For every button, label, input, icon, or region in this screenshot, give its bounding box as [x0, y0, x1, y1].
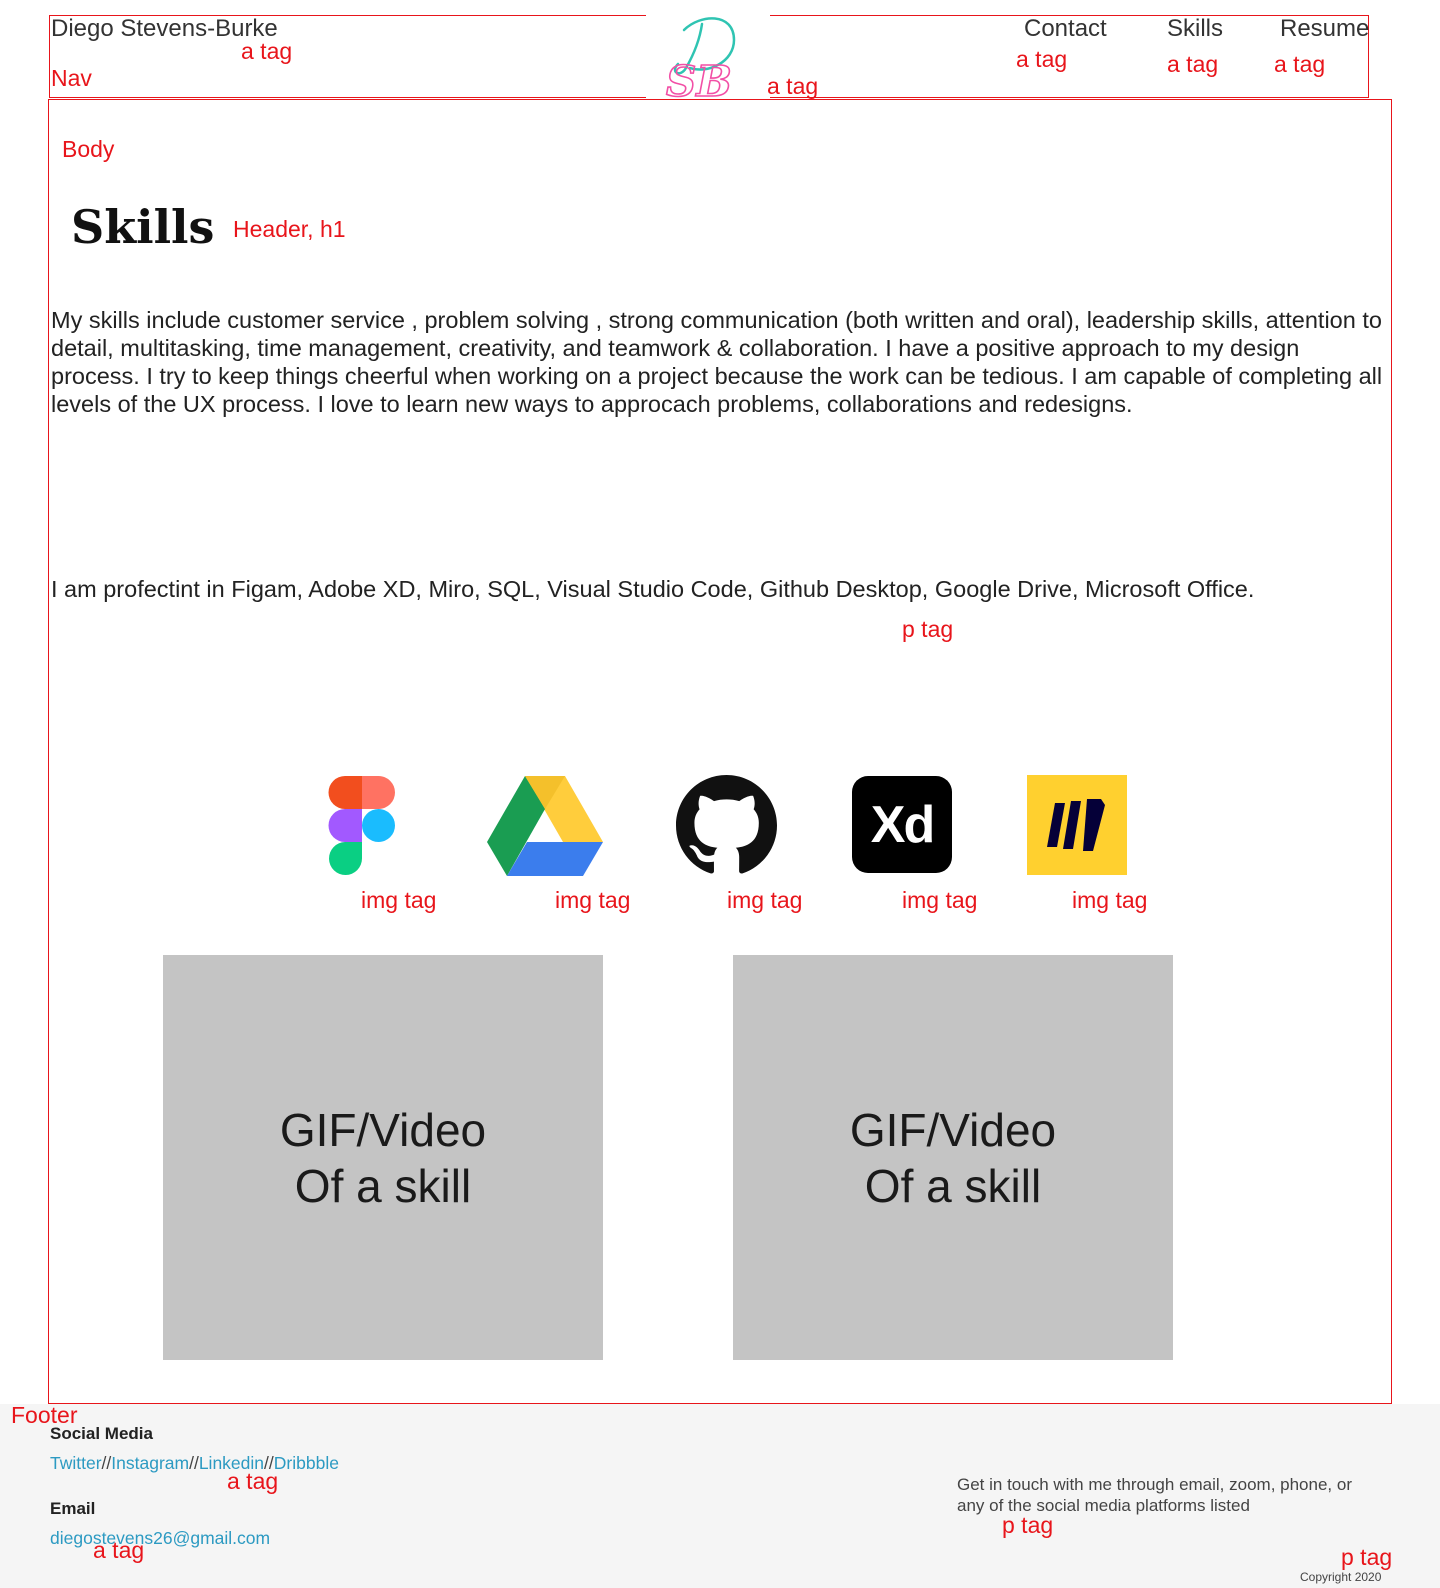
adobe-xd-label: Xd: [870, 795, 935, 854]
tools-paragraph: I am profectint in Figam, Adobe XD, Miro…: [51, 576, 1255, 602]
media-caption: GIF/Video Of a skill: [849, 1103, 1057, 1212]
logo-link[interactable]: SB: [662, 8, 754, 107]
twitter-link[interactable]: Twitter: [50, 1453, 102, 1473]
social-links: Twitter//Instagram//Linkedin//Dribbble: [50, 1453, 339, 1474]
github-icon: [676, 775, 777, 874]
link-separator: //: [101, 1453, 112, 1473]
annotation-p-tag-copyright: p tag: [1341, 1544, 1393, 1570]
adobe-xd-icon: Xd: [852, 776, 952, 873]
link-separator: //: [189, 1453, 199, 1473]
annotation-img-tag-xd: img tag: [902, 887, 978, 913]
nav-link-contact[interactable]: Contact: [1024, 15, 1107, 43]
skill-media-placeholder-2: GIF/Video Of a skill: [733, 955, 1173, 1360]
figma-icon: [328, 776, 395, 875]
instagram-link[interactable]: Instagram: [111, 1453, 189, 1473]
annotation-img-tag-miro: img tag: [1072, 887, 1148, 913]
dribbble-link[interactable]: Dribbble: [274, 1453, 339, 1473]
logo-letters: SB: [666, 57, 732, 100]
annotation-a-tag-brand: a tag: [241, 38, 293, 64]
nav-link-skills[interactable]: Skills: [1167, 15, 1223, 43]
skill-media-placeholder-1: GIF/Video Of a skill: [163, 955, 603, 1360]
annotation-a-tag-social: a tag: [227, 1468, 279, 1494]
annotation-a-tag-logo: a tag: [767, 73, 819, 99]
annotation-a-tag-skills: a tag: [1167, 51, 1219, 77]
annotation-p-tag-contact: p tag: [1002, 1512, 1054, 1538]
email-link[interactable]: diegostevens26@gmail.com: [50, 1528, 270, 1549]
annotation-img-tag-figma: img tag: [361, 887, 437, 913]
annotation-a-tag-resume: a tag: [1274, 51, 1326, 77]
social-media-heading: Social Media: [50, 1424, 153, 1443]
annotation-img-tag-github: img tag: [727, 887, 803, 913]
annotation-img-tag-drive: img tag: [555, 887, 631, 913]
contact-text: Get in touch with me through email, zoom…: [957, 1475, 1352, 1515]
skills-paragraph: My skills include customer service , pro…: [51, 307, 1383, 417]
logo-icon: SB: [665, 17, 736, 107]
page-title: Skills: [71, 200, 215, 254]
annotation-body: Body: [62, 136, 115, 162]
annotation-a-tag-contact: a tag: [1016, 46, 1068, 72]
annotation-p-tag-body: p tag: [902, 616, 954, 642]
google-drive-icon: [487, 776, 603, 876]
annotation-header-h1: Header, h1: [233, 216, 346, 242]
media-caption: GIF/Video Of a skill: [279, 1103, 487, 1212]
miro-icon: [1027, 775, 1127, 875]
annotation-a-tag-email: a tag: [93, 1537, 145, 1563]
copyright-text: Copyright 2020: [1300, 1570, 1382, 1584]
annotation-nav: Nav: [51, 65, 92, 91]
email-heading: Email: [50, 1499, 96, 1518]
nav-link-resume[interactable]: Resume: [1280, 15, 1369, 43]
